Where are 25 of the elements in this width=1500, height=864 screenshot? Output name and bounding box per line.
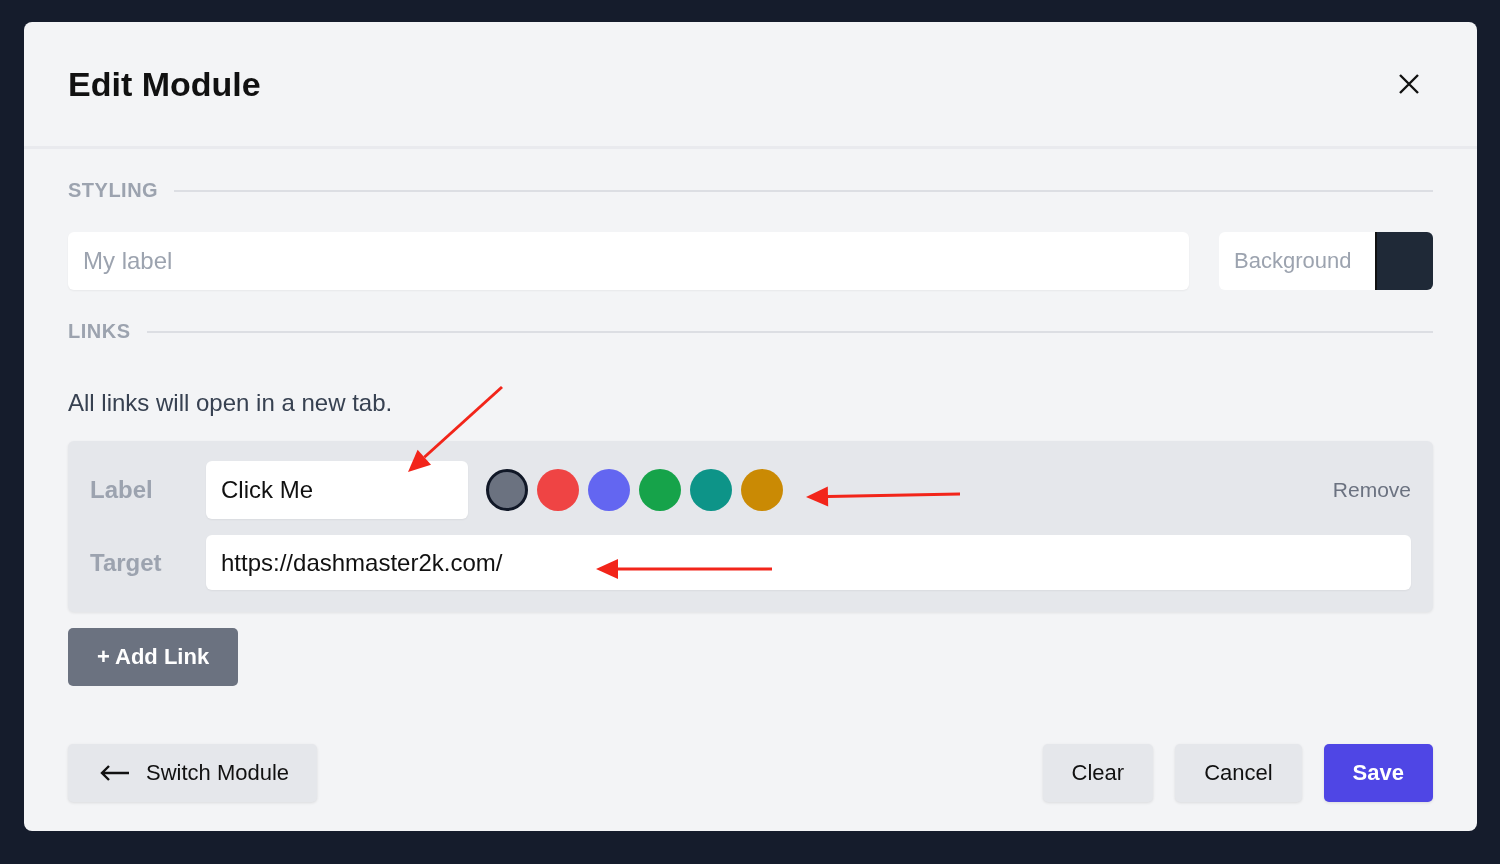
color-swatch[interactable] — [639, 469, 681, 511]
label-input[interactable]: Click Me — [206, 461, 468, 519]
label-input[interactable]: My label — [68, 232, 1189, 290]
background-input[interactable]: Background — [1219, 232, 1375, 290]
footer-button[interactable]: Clear — [1042, 744, 1154, 802]
color-swatch[interactable] — [588, 469, 630, 511]
field-label: Target — [90, 548, 163, 577]
color-swatch[interactable] — [486, 469, 528, 511]
field-label: Label — [90, 476, 154, 504]
color-swatch[interactable] — [1375, 232, 1433, 290]
footer-button[interactable]: Cancel — [1175, 744, 1302, 802]
arrow-left-icon — [100, 765, 130, 781]
target-input[interactable]: https://dashmaster2k.com/ — [206, 535, 1411, 590]
add-link-button[interactable]: + Add Link — [68, 628, 238, 686]
remove-link[interactable]: Remove — [1332, 478, 1411, 502]
color-swatch[interactable] — [690, 469, 732, 511]
switch-module-button[interactable]: Switch Module — [68, 744, 318, 802]
section-heading: STYLING — [68, 179, 159, 202]
color-swatch[interactable] — [741, 469, 783, 511]
close-button[interactable] — [1397, 72, 1421, 96]
info-text: All links will open in a new tab. — [68, 389, 394, 417]
section-heading: LINKS — [68, 320, 131, 343]
footer-button[interactable]: Save — [1323, 744, 1433, 802]
dialog-title: Edit Module — [68, 64, 261, 104]
color-swatch[interactable] — [537, 469, 579, 511]
